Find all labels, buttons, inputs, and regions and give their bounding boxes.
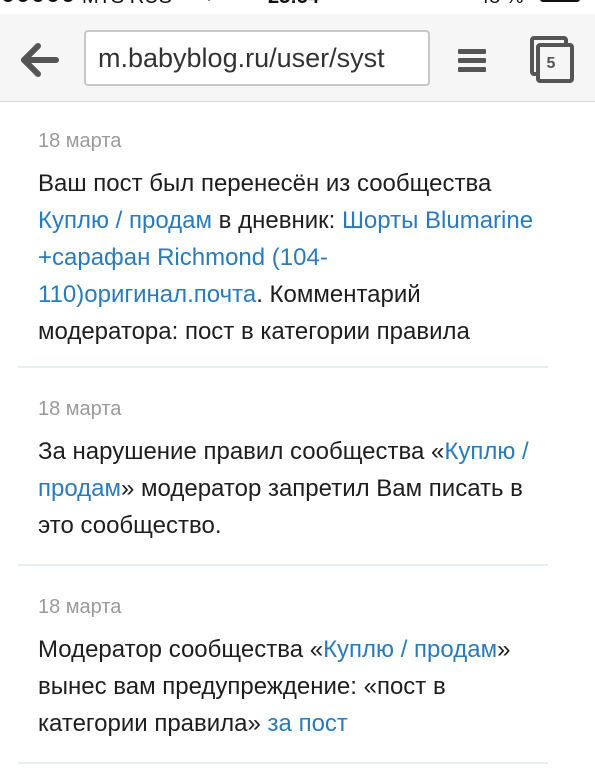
address-bar[interactable]: m.babyblog.ru/user/syst	[84, 30, 430, 86]
community-link[interactable]: Куплю / продам	[38, 207, 212, 234]
hamburger-menu-icon	[458, 49, 486, 72]
notification-date: 18 марта	[38, 596, 122, 618]
back-button[interactable]	[18, 38, 62, 82]
notification-list: 18 марта Ваш пост был перенесён из сообщ…	[18, 102, 548, 764]
notification-date: 18 марта	[38, 130, 122, 152]
battery-icon	[540, 0, 580, 2]
notification-text: За нарушение правил сообщества «Куплю / …	[38, 433, 548, 544]
carrier-name: MTS RUS	[82, 0, 172, 9]
community-link[interactable]: Куплю / продам	[323, 636, 497, 663]
notification-item: 18 марта Ваш пост был перенесён из сообщ…	[18, 102, 548, 368]
battery-percentage: 48 %	[478, 0, 524, 9]
notification-date: 18 марта	[38, 398, 122, 420]
message-text: За нарушение правил сообщества «	[38, 438, 445, 465]
wifi-icon	[198, 0, 220, 9]
browser-toolbar: m.babyblog.ru/user/syst 5	[0, 14, 595, 102]
tabs-button[interactable]: 5	[530, 36, 576, 84]
clock: 23:54	[268, 0, 319, 9]
menu-button[interactable]	[454, 40, 494, 80]
message-text: Модератор сообщества «	[38, 636, 324, 663]
signal-strength-icon	[2, 0, 74, 2]
notification-item: 18 марта За нарушение правил сообщества …	[18, 368, 548, 566]
tab-count: 5	[546, 55, 556, 72]
arrow-left-icon	[21, 43, 59, 77]
post-link[interactable]: за пост	[268, 710, 348, 737]
notification-text: Ваш пост был перенесён из сообщества Куп…	[38, 165, 548, 350]
notification-item: 18 марта Модератор сообщества «Куплю / п…	[18, 566, 548, 764]
message-text: в дневник:	[212, 207, 342, 234]
status-bar: MTS RUS 23:54 48 %	[0, 0, 595, 12]
message-text: Ваш пост был перенесён из сообщества	[38, 170, 492, 197]
notification-text: Модератор сообщества «Куплю / продам» вы…	[38, 631, 548, 742]
